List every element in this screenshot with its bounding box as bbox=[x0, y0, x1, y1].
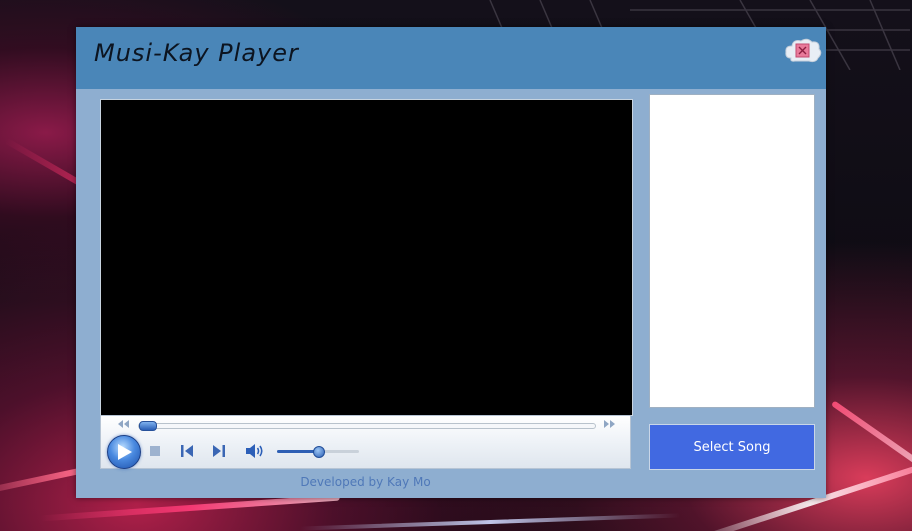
stop-icon[interactable] bbox=[147, 443, 163, 459]
next-icon[interactable] bbox=[211, 443, 227, 459]
wallpaper-light-streak bbox=[300, 513, 680, 531]
play-button[interactable] bbox=[107, 435, 141, 469]
fast-forward-icon[interactable] bbox=[603, 419, 617, 429]
seek-bar[interactable] bbox=[138, 423, 596, 429]
video-display[interactable] bbox=[100, 99, 633, 416]
title-bar[interactable]: Musi-Kay Player bbox=[76, 27, 826, 89]
developer-credit: Developed by Kay Mo bbox=[300, 475, 431, 489]
player-window: Musi-Kay Player Select Song Developed by… bbox=[76, 27, 826, 498]
playlist[interactable] bbox=[649, 94, 815, 408]
select-song-button[interactable]: Select Song bbox=[649, 424, 815, 470]
play-icon bbox=[118, 444, 132, 460]
rewind-icon[interactable] bbox=[116, 419, 130, 429]
wallpaper-light-streak bbox=[40, 494, 340, 522]
speaker-icon[interactable] bbox=[245, 442, 265, 460]
seek-row bbox=[101, 416, 632, 434]
media-controls bbox=[100, 415, 631, 469]
wallpaper-light-streak bbox=[4, 137, 86, 189]
close-button[interactable] bbox=[783, 36, 823, 68]
seek-thumb[interactable] bbox=[139, 421, 157, 431]
app-title: Musi-Kay Player bbox=[94, 39, 299, 67]
close-icon bbox=[785, 38, 822, 63]
control-buttons bbox=[101, 434, 632, 470]
volume-fill bbox=[277, 450, 318, 453]
previous-icon[interactable] bbox=[179, 443, 195, 459]
volume-thumb[interactable] bbox=[313, 446, 325, 458]
